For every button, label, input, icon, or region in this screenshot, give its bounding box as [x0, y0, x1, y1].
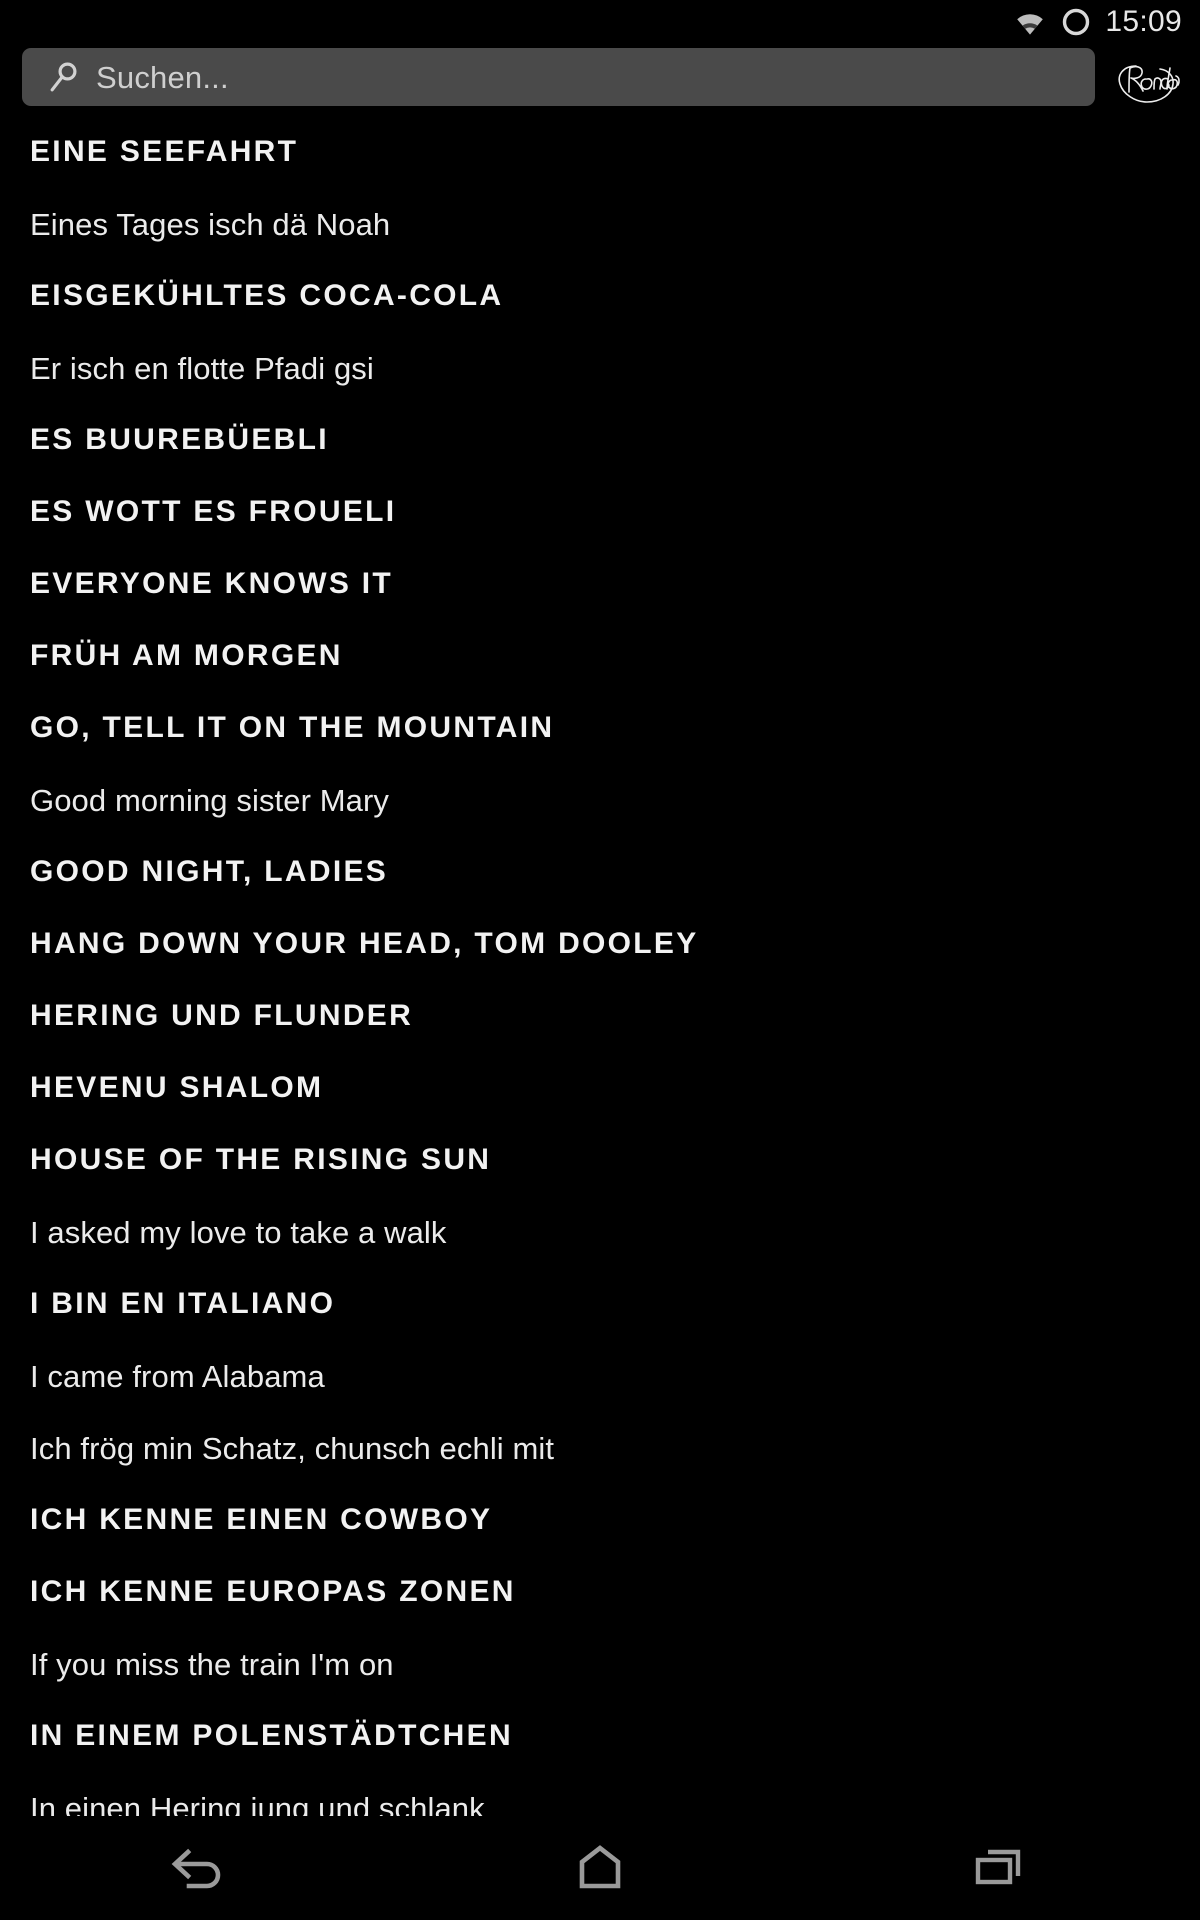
song-list-item[interactable]: HANG DOWN YOUR HEAD, TOM DOOLEY [0, 908, 1200, 980]
song-list-item[interactable]: Good morning sister Mary [0, 764, 1200, 836]
home-icon [572, 1842, 628, 1894]
song-title: ICH KENNE EINEN COWBOY [30, 1503, 493, 1536]
song-list-item[interactable]: In einen Hering jung und schlank [0, 1772, 1200, 1817]
song-list-item[interactable]: ICH KENNE EUROPAS ZONEN [0, 1556, 1200, 1628]
song-list-item[interactable]: If you miss the train I'm on [0, 1628, 1200, 1700]
recents-icon [972, 1842, 1028, 1894]
rondo-logo[interactable] [1095, 44, 1200, 110]
song-list-item[interactable]: Er isch en flotte Pfadi gsi [0, 332, 1200, 404]
song-title: ES WOTT ES FROUELI [30, 495, 397, 528]
song-title: ICH KENNE EUROPAS ZONEN [30, 1575, 516, 1608]
status-bar: 15:09 [0, 0, 1200, 44]
song-title: ES BUUREBÜEBLI [30, 423, 329, 456]
song-title: HERING UND FLUNDER [30, 999, 414, 1032]
song-first-line: In einen Hering jung und schlank [30, 1790, 485, 1817]
song-first-line: Er isch en flotte Pfadi gsi [30, 350, 374, 386]
song-title: HEVENU SHALOM [30, 1071, 324, 1104]
song-first-line: I came from Alabama [30, 1358, 325, 1394]
song-list-item[interactable]: I asked my love to take a walk [0, 1196, 1200, 1268]
ring-icon [1061, 7, 1091, 37]
home-button[interactable] [400, 1816, 800, 1920]
wifi-icon [1013, 9, 1047, 35]
song-list-item[interactable]: Ich frög min Schatz, chunsch echli mit [0, 1412, 1200, 1484]
search-input[interactable]: Suchen... [22, 48, 1095, 106]
back-icon [167, 1842, 233, 1894]
song-first-line: If you miss the train I'm on [30, 1646, 394, 1682]
song-title: EISGEKÜHLTES COCA-COLA [30, 279, 504, 312]
search-icon [48, 61, 78, 93]
song-title: EVERYONE KNOWS IT [30, 567, 394, 600]
search-bar-row: Suchen... [0, 44, 1200, 110]
song-list[interactable]: EINE SEEFAHRT Eines Tages isch dä Noah EIS… [0, 110, 1200, 1817]
song-title: HOUSE OF THE RISING SUN [30, 1143, 492, 1176]
recents-button[interactable] [800, 1816, 1200, 1920]
song-title: HANG DOWN YOUR HEAD, TOM DOOLEY [30, 927, 699, 960]
song-first-line: I asked my love to take a walk [30, 1214, 447, 1250]
song-title: FRÜH AM MORGEN [30, 639, 343, 672]
song-title: EINE SEEFAHRT [30, 135, 299, 168]
song-list-item[interactable]: EINE SEEFAHRT [0, 116, 1200, 188]
song-list-item[interactable]: HOUSE OF THE RISING SUN [0, 1124, 1200, 1196]
song-title: GOOD NIGHT, LADIES [30, 855, 389, 888]
song-list-item[interactable]: GO, TELL IT ON THE MOUNTAIN [0, 692, 1200, 764]
song-title: GO, TELL IT ON THE MOUNTAIN [30, 711, 555, 744]
search-placeholder-text: Suchen... [96, 59, 229, 95]
system-navigation-bar [0, 1816, 1200, 1920]
song-list-item[interactable]: EISGEKÜHLTES COCA-COLA [0, 260, 1200, 332]
app-screen: 15:09 Suchen... EINE SEEFAHRT Eines Tage… [0, 0, 1200, 1920]
back-button[interactable] [0, 1816, 400, 1920]
song-list-item[interactable]: ES WOTT ES FROUELI [0, 476, 1200, 548]
status-clock: 15:09 [1105, 5, 1182, 38]
song-title: IN EINEM POLENSTÄDTCHEN [30, 1719, 513, 1752]
song-list-item[interactable]: FRÜH AM MORGEN [0, 620, 1200, 692]
song-list-item[interactable]: IN EINEM POLENSTÄDTCHEN [0, 1700, 1200, 1772]
song-list-item[interactable]: Eines Tages isch dä Noah [0, 188, 1200, 260]
song-list-item[interactable]: HEVENU SHALOM [0, 1052, 1200, 1124]
status-icon-group [1013, 7, 1091, 37]
song-list-item[interactable]: GOOD NIGHT, LADIES [0, 836, 1200, 908]
song-title: I BIN EN ITALIANO [30, 1287, 336, 1320]
song-list-item[interactable]: HERING UND FLUNDER [0, 980, 1200, 1052]
song-list-item[interactable]: ES BUUREBÜEBLI [0, 404, 1200, 476]
song-list-item[interactable]: I BIN EN ITALIANO [0, 1268, 1200, 1340]
song-first-line: Ich frög min Schatz, chunsch echli mit [30, 1430, 555, 1466]
song-first-line: Good morning sister Mary [30, 782, 390, 818]
song-list-item[interactable]: I came from Alabama [0, 1340, 1200, 1412]
song-list-item[interactable]: EVERYONE KNOWS IT [0, 548, 1200, 620]
song-first-line: Eines Tages isch dä Noah [30, 206, 391, 242]
song-list-item[interactable]: ICH KENNE EINEN COWBOY [0, 1484, 1200, 1556]
